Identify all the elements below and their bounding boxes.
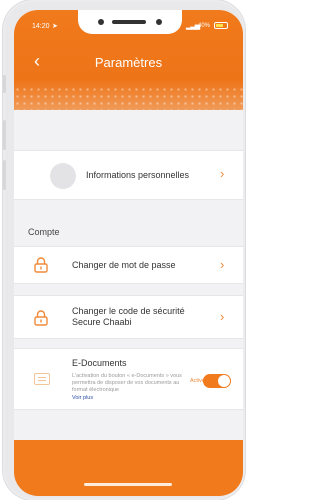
battery-icon bbox=[214, 22, 228, 29]
voir-plus-link[interactable]: Voir plus bbox=[72, 395, 93, 401]
toggle-knob bbox=[218, 375, 230, 387]
device-notch bbox=[78, 10, 182, 34]
chevron-right-icon: › bbox=[220, 257, 225, 272]
battery-percent: 40% bbox=[198, 23, 211, 29]
chevron-right-icon: › bbox=[220, 309, 225, 324]
page-title: Paramètres bbox=[94, 55, 163, 70]
camera-icon bbox=[98, 19, 104, 25]
decorative-pattern bbox=[14, 86, 243, 110]
volume-up-button bbox=[3, 120, 6, 150]
header: 14:20 ➤ ▂▃▅ 40% ‹ Paramètres bbox=[14, 10, 243, 110]
side-button bbox=[3, 75, 6, 93]
volume-down-button bbox=[3, 160, 6, 190]
lock-icon bbox=[34, 310, 48, 326]
personal-info-row[interactable]: Informations personnelles › bbox=[14, 150, 243, 200]
sensor-icon bbox=[156, 19, 162, 25]
edocuments-title: E-Documents bbox=[72, 358, 127, 368]
lock-icon bbox=[34, 257, 48, 273]
edocuments-row: E-Documents L'activation du bouton « e-D… bbox=[14, 348, 243, 410]
footer-bar bbox=[14, 440, 243, 496]
change-security-code-label: Changer le code de sécurité bbox=[72, 306, 185, 316]
document-icon bbox=[34, 373, 50, 385]
section-title-compte: Compte bbox=[28, 227, 60, 237]
location-icon: ➤ bbox=[52, 23, 58, 30]
phone-frame: 14:20 ➤ ▂▃▅ 40% ‹ Paramètres Information… bbox=[3, 0, 245, 500]
secure-chaabi-label: Secure Chaabi bbox=[72, 317, 132, 327]
edocuments-toggle[interactable] bbox=[203, 374, 231, 388]
speaker-icon bbox=[112, 20, 146, 24]
personal-info-label: Informations personnelles bbox=[86, 170, 190, 180]
status-time: 14:20 bbox=[32, 23, 50, 30]
screen: 14:20 ➤ ▂▃▅ 40% ‹ Paramètres Information… bbox=[14, 10, 243, 496]
change-security-code-row[interactable]: Changer le code de sécurité Secure Chaab… bbox=[14, 295, 243, 339]
status-bar: 14:20 ➤ ▂▃▅ 40% bbox=[14, 10, 243, 38]
change-password-label: Changer de mot de passe bbox=[72, 260, 176, 270]
avatar bbox=[50, 163, 76, 189]
change-password-row[interactable]: Changer de mot de passe › bbox=[14, 246, 243, 284]
home-indicator[interactable] bbox=[84, 483, 172, 486]
edocuments-description: L'activation du bouton « e-Documents » v… bbox=[72, 373, 182, 393]
chevron-right-icon: › bbox=[220, 166, 225, 181]
